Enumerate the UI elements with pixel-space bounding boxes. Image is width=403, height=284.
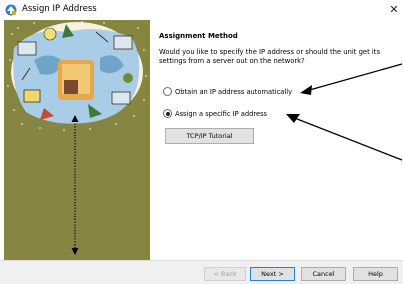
wizard-side-panel xyxy=(4,20,150,260)
next-button[interactable]: Next > xyxy=(250,267,295,281)
help-button[interactable]: Help xyxy=(353,267,398,281)
window-title: Assign IP Address xyxy=(22,4,97,14)
page-heading: Assignment Method xyxy=(159,32,238,40)
page-question: Would you like to specify the IP address… xyxy=(159,48,381,65)
radio-button-checked[interactable] xyxy=(163,109,172,118)
back-button[interactable]: < Back xyxy=(204,267,246,281)
obtain-ip-automatically-label: Obtain an IP address automatically xyxy=(175,87,293,96)
cancel-button[interactable]: Cancel xyxy=(301,267,346,281)
obtain-ip-automatically-option[interactable]: Obtain an IP address automatically xyxy=(163,87,292,96)
close-button[interactable]: ✕ xyxy=(386,1,402,19)
close-icon: ✕ xyxy=(389,3,399,16)
tcpip-tutorial-button[interactable]: TCP/IP Tutorial xyxy=(165,128,254,144)
title-bar: Assign IP Address ✕ xyxy=(0,0,403,20)
network-collage-illustration xyxy=(4,20,150,134)
radio-button-unchecked[interactable] xyxy=(163,87,172,96)
wizard-content: Assignment Method Would you like to spec… xyxy=(150,20,403,260)
button-bar: < Back Next > Cancel Help xyxy=(0,260,403,284)
assign-specific-ip-option[interactable]: Assign a specific IP address xyxy=(163,109,267,118)
assign-ip-dialog: Assign IP Address ✕ Assignment Method Wo… xyxy=(0,0,403,284)
network-wizard-icon xyxy=(5,4,17,16)
assign-specific-ip-label: Assign a specific IP address xyxy=(175,109,268,118)
